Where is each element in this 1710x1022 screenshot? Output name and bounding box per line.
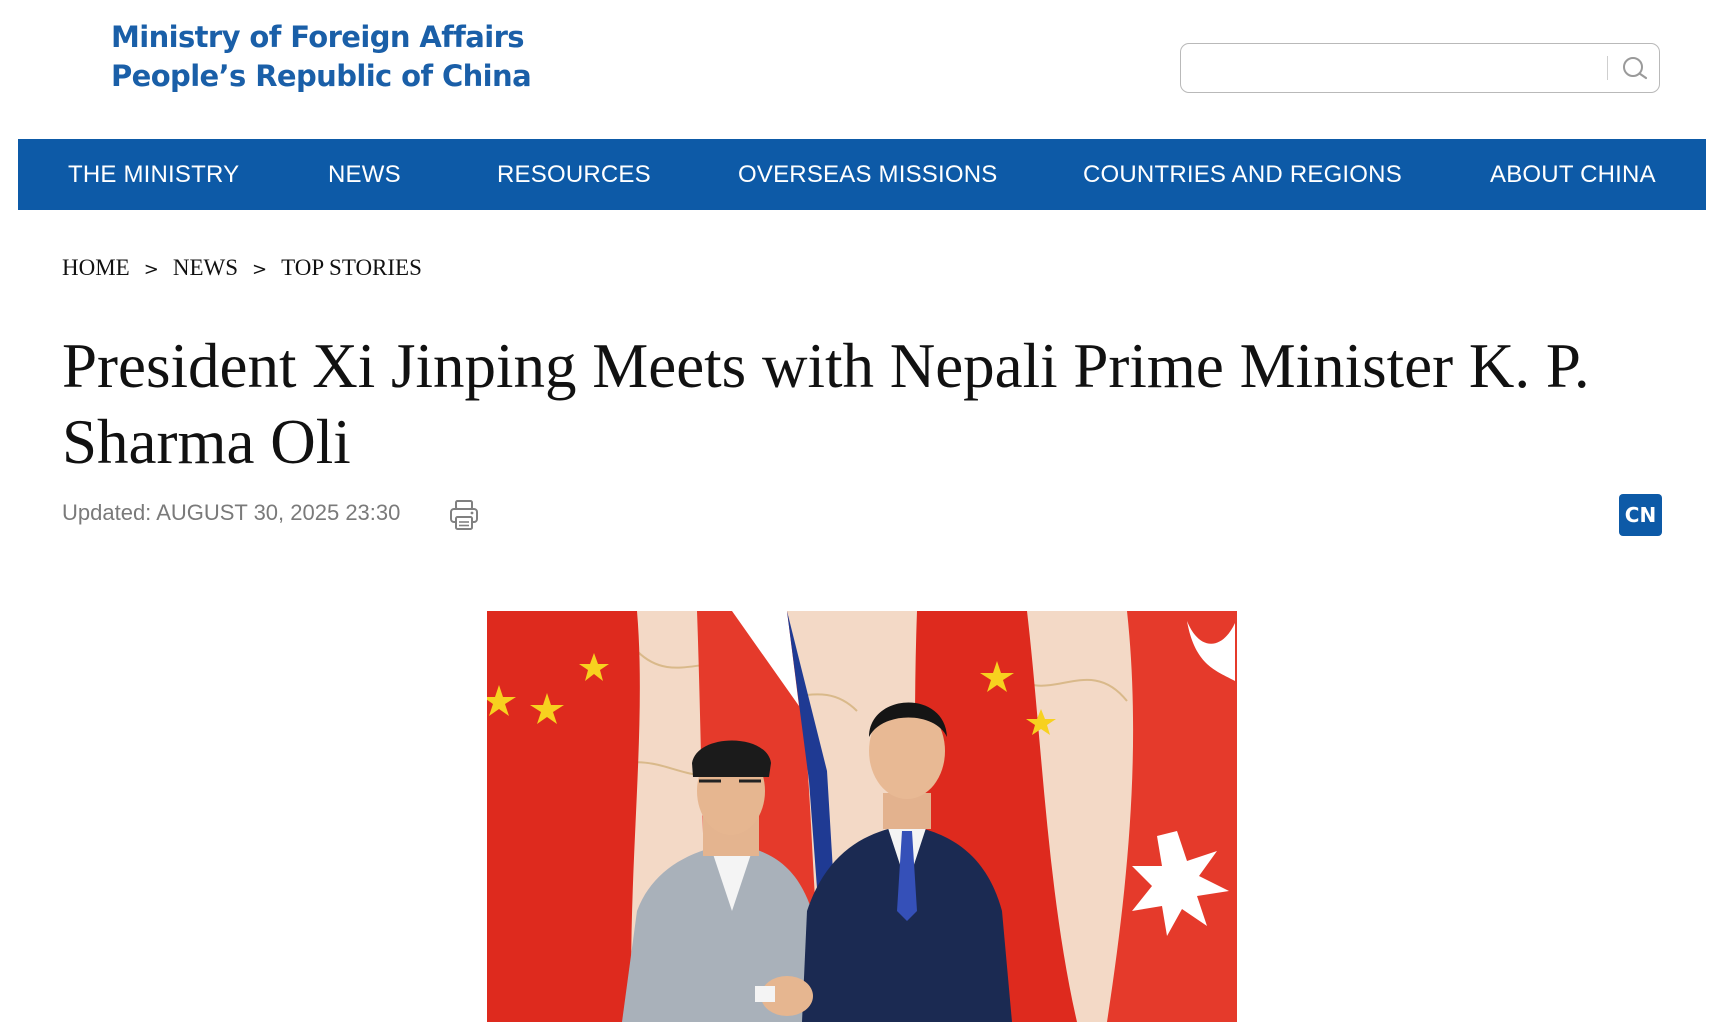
breadcrumb-top-stories[interactable]: TOP STORIES	[281, 255, 422, 281]
language-toggle-button[interactable]: CN	[1619, 494, 1662, 536]
logo-line-1: Ministry of Foreign Affairs	[111, 20, 525, 54]
main-nav: THE MINISTRY NEWS RESOURCES OVERSEAS MIS…	[18, 139, 1706, 210]
nav-item-about-china[interactable]: ABOUT CHINA	[1490, 139, 1656, 210]
search-divider	[1607, 56, 1608, 80]
site-logo[interactable]: Ministry of Foreign Affairs People’s Rep…	[111, 18, 532, 96]
article-title: President Xi Jinping Meets with Nepali P…	[62, 331, 1590, 477]
search-button[interactable]	[1617, 52, 1653, 84]
search-input[interactable]	[1193, 52, 1617, 86]
search-icon	[1623, 57, 1648, 80]
nav-item-news[interactable]: NEWS	[328, 139, 401, 210]
printer-icon	[450, 500, 478, 530]
updated-date: Updated: AUGUST 30, 2025 23:30	[62, 500, 401, 525]
breadcrumb-separator: >	[252, 259, 268, 280]
article-photo	[487, 611, 1237, 1022]
nav-item-resources[interactable]: RESOURCES	[497, 139, 651, 210]
print-button[interactable]	[448, 498, 480, 532]
search-box	[1180, 43, 1660, 93]
photo-handshake	[487, 611, 1237, 1022]
nav-item-the-ministry[interactable]: THE MINISTRY	[68, 139, 239, 210]
breadcrumb-news[interactable]: NEWS	[173, 255, 238, 281]
nav-item-overseas-missions[interactable]: OVERSEAS MISSIONS	[738, 139, 997, 210]
breadcrumb: HOME > NEWS > TOP STORIES	[62, 255, 422, 281]
breadcrumb-home[interactable]: HOME	[62, 255, 130, 281]
logo-line-2: People’s Republic of China	[111, 59, 532, 93]
breadcrumb-separator: >	[143, 259, 159, 280]
nav-item-countries-and-regions[interactable]: COUNTRIES AND REGIONS	[1083, 139, 1402, 210]
